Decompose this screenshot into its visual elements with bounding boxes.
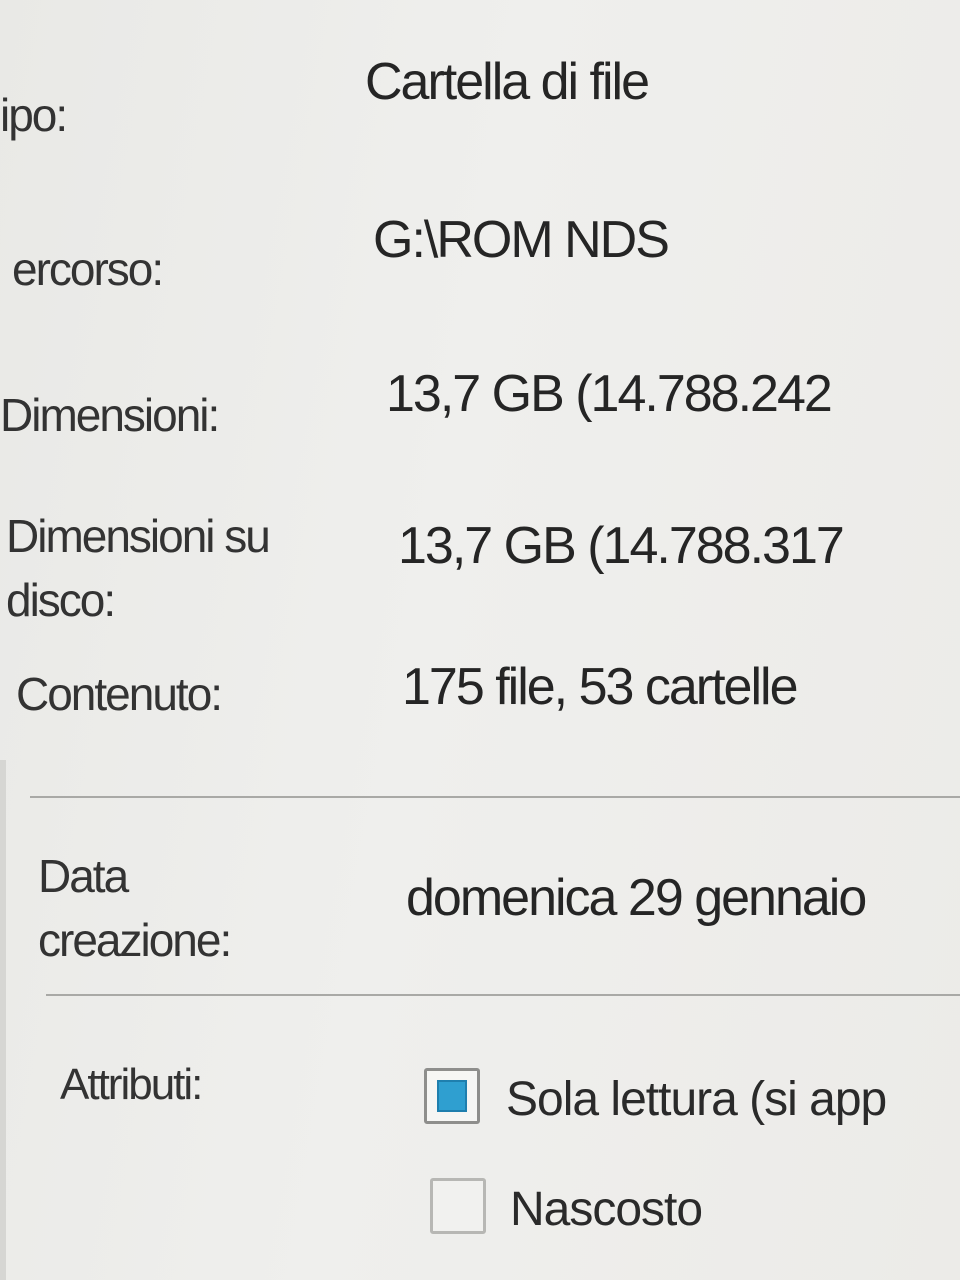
size-on-disk-label: Dimensioni su disco:: [6, 510, 271, 626]
size-label: Dimensioni:: [0, 389, 220, 441]
separator-1: [30, 796, 960, 798]
attributes-label: Attributi:: [60, 1060, 203, 1109]
read-only-checkbox[interactable]: [424, 1068, 480, 1124]
created-row: Data creazione: domenica 29 gennaio: [0, 840, 960, 980]
separator-2: [46, 994, 960, 996]
hidden-label[interactable]: Nascosto: [510, 1182, 703, 1237]
attributes-row: Attributi: Sola lettura (si app Nascosto: [0, 1050, 960, 1250]
path-row: ercorso: G:\ROM NDS: [0, 180, 960, 330]
type-value: Cartella di file: [365, 53, 650, 111]
contents-label: Contenuto:: [16, 668, 223, 720]
size-row: Dimensioni: 13,7 GB (14.788.242: [0, 350, 960, 480]
folder-properties-general-tab: ipo: Cartella di file ercorso: G:\ROM ND…: [0, 0, 960, 1280]
created-label: Data creazione:: [38, 850, 232, 966]
read-only-label[interactable]: Sola lettura (si app: [506, 1072, 887, 1127]
size-on-disk-row: Dimensioni su disco: 13,7 GB (14.788.317: [0, 500, 960, 650]
size-on-disk-value: 13,7 GB (14.788.317: [398, 517, 845, 575]
path-value: G:\ROM NDS: [373, 211, 670, 269]
type-label: ipo:: [0, 89, 68, 141]
hidden-checkbox[interactable]: [430, 1178, 486, 1234]
contents-value: 175 file, 53 cartelle: [402, 658, 798, 716]
path-label: ercorso:: [12, 243, 164, 295]
created-value: domenica 29 gennaio: [406, 869, 867, 927]
contents-row: Contenuto: 175 file, 53 cartelle: [0, 655, 960, 745]
size-value: 13,7 GB (14.788.242: [386, 365, 833, 423]
type-row: ipo: Cartella di file: [0, 0, 960, 200]
